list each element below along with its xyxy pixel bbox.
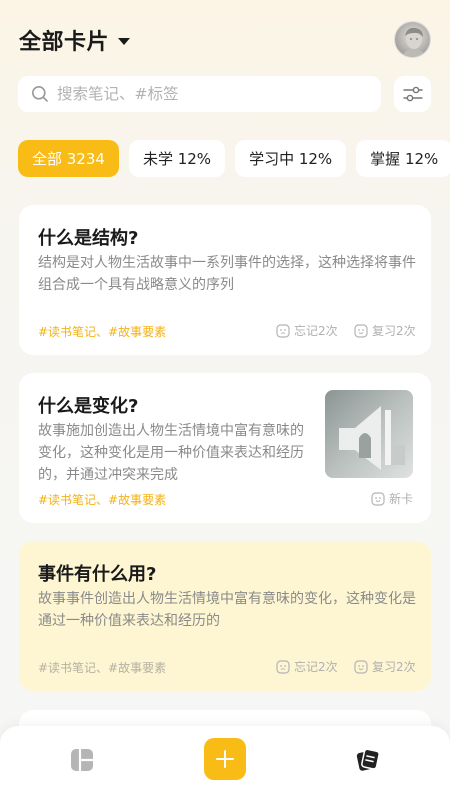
nav-cards-button[interactable] xyxy=(70,748,94,772)
new-card-status: 新卡 xyxy=(371,490,413,507)
review-label: 复习2次 xyxy=(372,660,416,674)
card-tags[interactable]: #读书笔记、#故事要素 xyxy=(38,323,166,340)
card-filter-dropdown[interactable]: 全部卡片 xyxy=(19,24,131,56)
header: 全部卡片 xyxy=(0,0,450,76)
filter-button[interactable] xyxy=(394,76,431,112)
search-input[interactable] xyxy=(57,85,357,103)
add-card-button[interactable] xyxy=(204,738,246,780)
card-body-line: 组合成一个具有战略意义的序列 xyxy=(38,277,234,293)
card-body-line: 的，并通过冲突来完成 xyxy=(38,467,178,483)
page-title: 全部卡片 xyxy=(19,30,110,55)
note-card[interactable]: 事件有什么用? 故事事件创造出人物生活情境中富有意味的变化，这种变化是 通过一种… xyxy=(19,541,431,691)
cards-grid-icon xyxy=(71,749,93,771)
note-card[interactable]: 什么是结构? 结构是对人物生活故事中一系列事件的选择，这种选择将事件 组合成一个… xyxy=(19,205,431,355)
card-body: 故事事件创造出人物生活情境中富有意味的变化，这种变化是 通过一种价值来表达和经历… xyxy=(38,588,416,632)
card-body-line: 结构是对人物生活故事中一系列事件的选择，这种选择将事件 xyxy=(38,255,416,271)
card-tags[interactable]: #读书笔记、#故事要素 xyxy=(38,659,166,676)
forget-label: 忘记2次 xyxy=(294,324,338,338)
card-body-line: 故事事件创造出人物生活情境中富有意味的变化，这种变化是 xyxy=(38,591,416,607)
filter-sliders-icon xyxy=(402,86,423,102)
note-card[interactable]: 什么是变化? 故事施加创造出人物生活情境中富有意味的 变化，这种变化是用一种价值… xyxy=(19,373,431,523)
card-title: 什么是结构? xyxy=(38,228,139,249)
bottom-nav xyxy=(0,726,450,800)
review-face-icon xyxy=(354,659,368,674)
forget-face-icon xyxy=(276,323,290,338)
card-stack-icon xyxy=(356,748,380,771)
card-title: 什么是变化? xyxy=(38,396,139,417)
card-title: 事件有什么用? xyxy=(38,564,157,585)
review-count: 复习2次 xyxy=(354,658,416,675)
forget-count: 忘记2次 xyxy=(276,322,338,339)
card-tags[interactable]: #读书笔记、#故事要素 xyxy=(38,491,166,508)
plus-icon xyxy=(216,750,234,768)
card-body: 故事施加创造出人物生活情境中富有意味的 变化，这种变化是用一种价值来表达和经历 … xyxy=(38,420,318,486)
card-body-line: 故事施加创造出人物生活情境中富有意味的 xyxy=(38,423,304,439)
search-icon xyxy=(32,86,48,102)
card-body-line: 通过一种价值来表达和经历的 xyxy=(38,613,220,629)
card-body-line: 变化，这种变化是用一种价值来表达和经历 xyxy=(38,445,304,461)
avatar[interactable] xyxy=(394,21,431,58)
forget-label: 忘记2次 xyxy=(294,660,338,674)
tab-all[interactable]: 全部 3234 xyxy=(18,140,119,177)
status-label: 新卡 xyxy=(389,492,414,506)
search-bar[interactable] xyxy=(18,76,381,112)
card-body: 结构是对人物生活故事中一系列事件的选择，这种选择将事件 组合成一个具有战略意义的… xyxy=(38,252,416,296)
card-image[interactable] xyxy=(325,390,413,478)
review-face-icon xyxy=(354,323,368,338)
tab-learning[interactable]: 学习中 12% xyxy=(235,140,347,177)
tab-mastered[interactable]: 掌握 12% xyxy=(356,140,450,177)
caret-down-icon xyxy=(118,37,131,45)
nav-review-button[interactable] xyxy=(355,747,381,773)
review-count: 复习2次 xyxy=(354,322,416,339)
forget-count: 忘记2次 xyxy=(276,658,338,675)
review-label: 复习2次 xyxy=(372,324,416,338)
tab-unlearned[interactable]: 未学 12% xyxy=(128,140,226,177)
status-tabs: 全部 3234 未学 12% 学习中 12% 掌握 12% xyxy=(18,140,450,177)
new-face-icon xyxy=(371,491,385,506)
forget-face-icon xyxy=(276,659,290,674)
